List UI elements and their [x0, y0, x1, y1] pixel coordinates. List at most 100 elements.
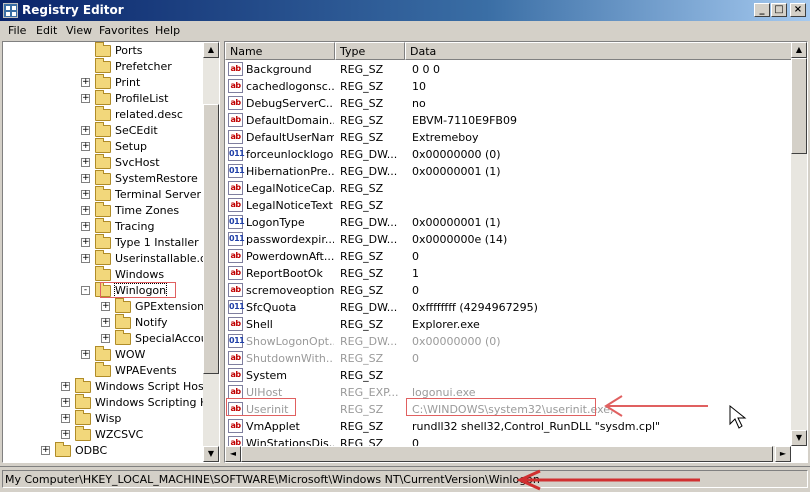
list-scroll-thumb[interactable] — [791, 58, 807, 154]
list-row[interactable]: ab ShutdownWith... REG_SZ 0 — [225, 350, 793, 367]
tree-node[interactable]: + Wisp — [3, 410, 203, 427]
tree-node[interactable]: + WZCSVC — [3, 426, 203, 443]
list-row[interactable]: ab ReportBootOk REG_SZ 1 — [225, 265, 793, 282]
tree-node[interactable]: related.desc — [3, 106, 203, 123]
tree-expander[interactable]: + — [81, 238, 90, 247]
tree-node[interactable]: + ODBC — [3, 442, 203, 459]
tree-node[interactable]: + Userinstallable.d — [3, 250, 207, 267]
folder-icon — [95, 186, 111, 201]
status-arrow-icon — [516, 469, 700, 491]
list-scroll-right-button[interactable]: ► — [775, 446, 791, 462]
tree-node[interactable]: + Setup — [3, 138, 203, 155]
tree-expander[interactable]: + — [101, 318, 110, 327]
list-row[interactable]: ab System REG_SZ — [225, 367, 793, 384]
list-row[interactable]: ab LegalNoticeCap... REG_SZ — [225, 180, 793, 197]
column-header-data[interactable]: Data — [405, 42, 793, 60]
list-row[interactable]: ab DebugServerC... REG_SZ no — [225, 95, 793, 112]
tree-node[interactable]: + Type 1 Installer — [3, 234, 203, 251]
column-header-name[interactable]: Name — [225, 42, 335, 60]
tree-scroll-down-button[interactable]: ▼ — [203, 446, 219, 462]
tree-expander[interactable]: + — [61, 382, 70, 391]
tree-expander[interactable]: + — [81, 206, 90, 215]
column-header-type[interactable]: Type — [335, 42, 405, 60]
list-row[interactable]: ab DefaultUserName REG_SZ Extremeboy — [225, 129, 793, 146]
list-row[interactable]: 011 ShowLogonOpt... REG_DW... 0x00000000 (0… — [225, 333, 793, 350]
tree-node[interactable]: + ProfileList — [3, 90, 203, 107]
string-value-icon: ab — [228, 385, 243, 399]
list-row[interactable]: ab Background REG_SZ 0 0 0 — [225, 61, 793, 78]
tree-expander[interactable]: + — [41, 446, 50, 455]
window-title: Registry Editor — [22, 3, 124, 17]
tree-node[interactable]: + Time Zones — [3, 202, 203, 219]
list-horizontal-scrollbar[interactable]: ◄ ► — [225, 446, 791, 462]
tree-expander[interactable]: + — [81, 94, 90, 103]
menu-favorites[interactable]: Favorites — [99, 24, 149, 37]
tree-node[interactable]: + Windows Script Host — [3, 378, 208, 395]
tree-expander[interactable]: + — [81, 174, 90, 183]
tree-node[interactable]: + Terminal Server — [3, 186, 203, 203]
list-row[interactable]: 011 passwordexpir... REG_DW... 0x0000000e (… — [225, 231, 793, 248]
tree-expander[interactable]: + — [81, 254, 90, 263]
tree-expander[interactable]: + — [81, 190, 90, 199]
tree-node[interactable]: + Notify — [3, 314, 203, 331]
registry-tree[interactable]: Ports Prefetcher + Print + ProfileList related… — [2, 41, 220, 463]
menu-help[interactable]: Help — [155, 24, 180, 37]
tree-node[interactable]: Prefetcher — [3, 58, 203, 75]
list-row[interactable]: ab DefaultDomain... REG_SZ EBVM-7110E9FB09 — [225, 112, 793, 129]
cell-name: DebugServerC... — [246, 97, 334, 110]
list-row[interactable]: 011 HibernationPre... REG_DW... 0x00000001 … — [225, 163, 793, 180]
folder-icon — [95, 122, 111, 137]
tree-expander[interactable]: + — [61, 398, 70, 407]
tree-expander[interactable]: + — [81, 126, 90, 135]
list-scroll-up-button[interactable]: ▲ — [791, 42, 807, 58]
tree-expander[interactable]: + — [81, 142, 90, 151]
list-row[interactable]: 011 forceunlocklogon REG_DW... 0x00000000 (… — [225, 146, 793, 163]
tree-node[interactable]: Windows — [3, 266, 203, 283]
list-row[interactable]: ab LegalNoticeText REG_SZ — [225, 197, 793, 214]
tree-expander[interactable]: + — [101, 302, 110, 311]
maximize-button[interactable]: □ — [771, 3, 787, 17]
list-scroll-down-button[interactable]: ▼ — [791, 430, 807, 446]
menu-file[interactable]: File — [8, 24, 26, 37]
tree-scroll-thumb[interactable] — [203, 104, 219, 374]
tree-node[interactable]: + SvcHost — [3, 154, 203, 171]
tree-expander[interactable]: + — [81, 158, 90, 167]
tree-scroll-up-button[interactable]: ▲ — [203, 42, 219, 58]
menu-edit[interactable]: Edit — [36, 24, 57, 37]
tree-expander[interactable]: - — [81, 286, 90, 295]
title-bar[interactable]: Registry Editor _ □ × — [0, 0, 810, 21]
list-row[interactable]: ab scremoveoption REG_SZ 0 — [225, 282, 793, 299]
tree-node[interactable]: + GPExtension — [3, 298, 204, 315]
binary-value-icon: 011 — [228, 232, 245, 246]
minimize-button[interactable]: _ — [754, 3, 770, 17]
tree-node[interactable]: + Windows Scripting Host — [3, 394, 219, 411]
binary-value-icon: 011 — [228, 334, 245, 348]
tree-expander[interactable]: + — [81, 78, 90, 87]
list-scroll-left-button[interactable]: ◄ — [225, 446, 241, 462]
list-row[interactable]: 011 LogonType REG_DW... 0x00000001 (1) — [225, 214, 793, 231]
tree-node[interactable]: WPAEvents — [3, 362, 203, 379]
close-button[interactable]: × — [790, 3, 806, 17]
list-row[interactable]: ab cachedlogonsc... REG_SZ 10 — [225, 78, 793, 95]
tree-node-label: SystemRestore — [115, 172, 198, 185]
tree-node[interactable]: Ports — [3, 42, 203, 59]
list-vertical-scrollbar[interactable]: ▲ ▼ — [791, 42, 807, 446]
list-row[interactable]: ab Shell REG_SZ Explorer.exe — [225, 316, 793, 333]
tree-expander[interactable]: + — [81, 350, 90, 359]
tree-vertical-scrollbar[interactable]: ▲ ▼ — [203, 42, 219, 462]
tree-expander[interactable]: + — [81, 222, 90, 231]
tree-node[interactable]: + SpecialAccou — [3, 330, 208, 347]
list-hscroll-thumb[interactable] — [241, 446, 773, 462]
tree-node[interactable]: + WOW — [3, 346, 203, 363]
tree-expander[interactable]: + — [61, 430, 70, 439]
menu-view[interactable]: View — [66, 24, 92, 37]
tree-node[interactable]: + Print — [3, 74, 203, 91]
tree-node[interactable]: + SeCEdit — [3, 122, 203, 139]
tree-node[interactable]: + Tracing — [3, 218, 203, 235]
tree-expander[interactable]: + — [61, 414, 70, 423]
list-row[interactable]: ab PowerdownAft... REG_SZ 0 — [225, 248, 793, 265]
tree-node[interactable]: + SystemRestore — [3, 170, 203, 187]
string-value-icon: ab — [228, 79, 243, 93]
tree-expander[interactable]: + — [101, 334, 110, 343]
list-row[interactable]: 011 SfcQuota REG_DW... 0xffffffff (42949672… — [225, 299, 793, 316]
